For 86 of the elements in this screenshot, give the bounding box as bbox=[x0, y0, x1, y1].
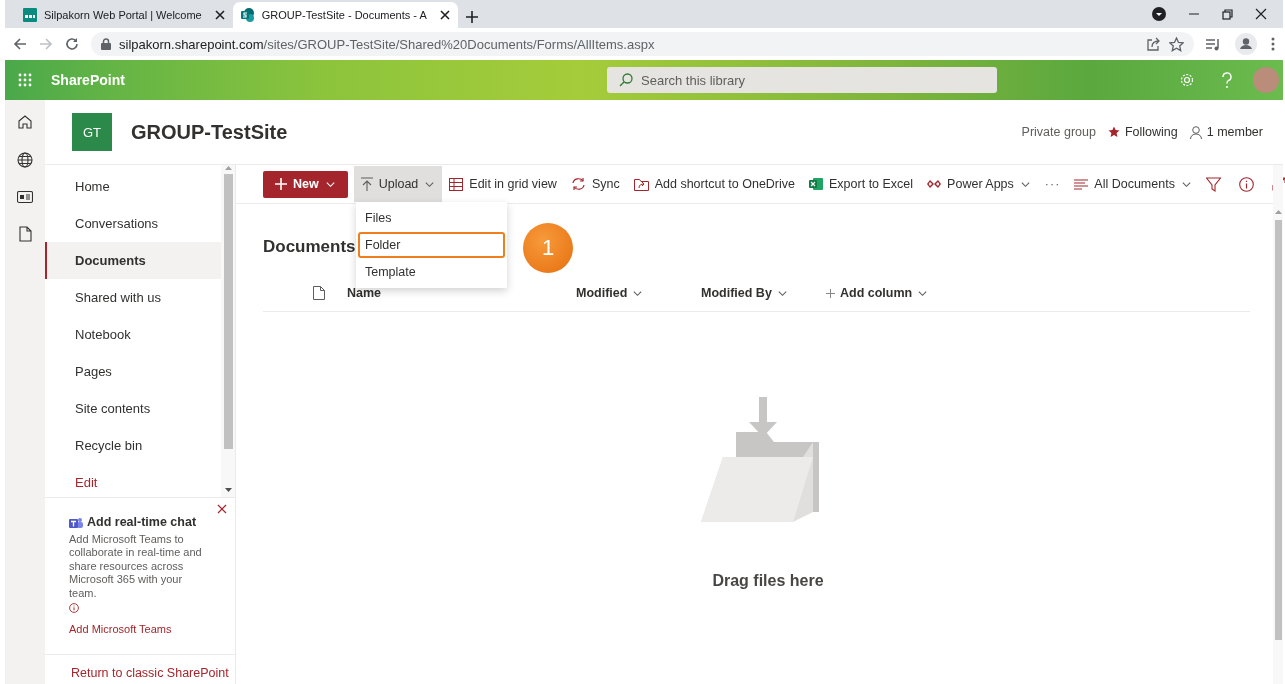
close-icon[interactable] bbox=[214, 10, 225, 20]
restore-icon[interactable] bbox=[1222, 8, 1233, 20]
teams-link[interactable]: Add Microsoft Teams bbox=[69, 623, 172, 637]
menu-item[interactable]: Folder bbox=[358, 232, 505, 258]
plus-icon bbox=[275, 178, 287, 190]
back-arrow-icon[interactable] bbox=[13, 37, 27, 51]
column-header[interactable]: Add column bbox=[826, 286, 966, 300]
close-icon[interactable] bbox=[439, 10, 450, 20]
column-header[interactable]: Modified By bbox=[701, 286, 826, 300]
filter-icon[interactable] bbox=[1205, 176, 1221, 192]
site-logo[interactable]: GT bbox=[72, 113, 112, 151]
plus-icon bbox=[826, 288, 835, 298]
settings-icon[interactable] bbox=[1179, 72, 1195, 88]
search-icon bbox=[619, 73, 633, 87]
media-queue-icon[interactable] bbox=[1206, 37, 1221, 51]
classic-link[interactable]: Return to classic SharePoint bbox=[45, 654, 235, 684]
scrollbar-thumb[interactable] bbox=[223, 174, 233, 449]
column-header[interactable]: Name bbox=[347, 286, 576, 300]
scroll-down-icon[interactable] bbox=[224, 488, 232, 493]
address-bar[interactable]: silpakorn.sharepoint.com/sites/GROUP-TestSite/Shared%20Documents/Forms/AllItems.aspx bbox=[91, 32, 1194, 56]
command-button[interactable]: Add shortcut to OneDrive bbox=[626, 166, 803, 202]
menu-item[interactable]: Template bbox=[358, 259, 505, 285]
grid-icon bbox=[449, 177, 464, 191]
view-selector[interactable]: All Documents bbox=[1067, 166, 1199, 202]
step-badge: 1 bbox=[523, 223, 573, 273]
command-button[interactable]: Sync bbox=[563, 166, 627, 202]
nav-item[interactable]: Home bbox=[45, 168, 221, 205]
excel-icon bbox=[809, 177, 824, 191]
members-button[interactable]: 1 member bbox=[1189, 125, 1263, 139]
command-button[interactable]: New bbox=[263, 170, 348, 198]
app-launcher-icon[interactable] bbox=[18, 73, 32, 87]
follow-button[interactable]: Following bbox=[1107, 125, 1178, 139]
reload-icon[interactable] bbox=[65, 37, 79, 51]
site-title[interactable]: GROUP-TestSite bbox=[131, 120, 288, 144]
close-icon[interactable] bbox=[217, 504, 227, 514]
new-tab-icon[interactable] bbox=[465, 11, 478, 23]
sync-icon bbox=[570, 177, 586, 191]
library-title: Documents bbox=[263, 237, 356, 257]
url-text: silpakorn.sharepoint.com/sites/GROUP-TestSite/Shared%20Documents/Forms/AllItems.aspx bbox=[119, 36, 655, 52]
edit-link[interactable]: Edit bbox=[45, 464, 221, 501]
news-icon[interactable] bbox=[17, 190, 33, 204]
privacy-label: Private group bbox=[1021, 125, 1096, 139]
list-view-icon bbox=[1074, 178, 1089, 190]
upload-icon bbox=[360, 177, 373, 191]
power-apps-icon bbox=[927, 179, 942, 189]
folder-shortcut-icon bbox=[633, 177, 649, 191]
person-icon bbox=[1189, 125, 1202, 139]
sharepoint-icon bbox=[240, 8, 255, 22]
scrollbar-thumb[interactable] bbox=[1274, 220, 1282, 640]
more-button[interactable]: ··· bbox=[1037, 166, 1068, 202]
forward-arrow-icon bbox=[39, 37, 53, 51]
lock-icon bbox=[101, 38, 111, 50]
globe-icon[interactable] bbox=[17, 152, 33, 168]
star-icon[interactable] bbox=[1169, 36, 1184, 52]
menu-item[interactable]: Files bbox=[358, 205, 505, 231]
share-icon[interactable] bbox=[1146, 36, 1161, 52]
browser-tab[interactable]: Silpakorn Web Portal | Welcome bbox=[15, 2, 233, 28]
more-vertical-icon[interactable] bbox=[1271, 37, 1275, 51]
info-icon[interactable] bbox=[1238, 176, 1254, 192]
nav-item[interactable]: Conversations bbox=[45, 205, 221, 242]
command-button[interactable]: Upload bbox=[353, 166, 443, 202]
column-header[interactable]: Modified bbox=[576, 286, 701, 300]
close-icon[interactable] bbox=[1255, 8, 1267, 20]
nav-item[interactable]: Notebook bbox=[45, 316, 221, 353]
info-icon[interactable] bbox=[69, 603, 79, 613]
browser-tab[interactable]: GROUP-TestSite - Documents - A bbox=[232, 2, 458, 28]
nav-item[interactable]: Documents bbox=[45, 242, 221, 279]
nav-item[interactable]: Pages bbox=[45, 353, 221, 390]
nav-item[interactable]: Recycle bin bbox=[45, 427, 221, 464]
file-type-icon bbox=[313, 286, 325, 300]
command-button[interactable]: Power Apps bbox=[920, 166, 1038, 202]
profile-icon[interactable] bbox=[1235, 33, 1257, 55]
search-field[interactable]: Search this library bbox=[607, 67, 997, 93]
nav-item[interactable]: Shared with us bbox=[45, 279, 221, 316]
home-icon[interactable] bbox=[17, 114, 33, 130]
card-title: Add real-time chat bbox=[87, 516, 197, 530]
nav-item[interactable]: Site contents bbox=[45, 390, 221, 427]
card-text: Add Microsoft Teams to collaborate in real-time and share resources across Microsoft 365 with your team. bbox=[69, 532, 203, 600]
document-icon[interactable] bbox=[18, 226, 32, 242]
command-button[interactable]: Export to Excel bbox=[802, 166, 921, 202]
command-button[interactable]: Edit in grid view bbox=[442, 166, 564, 202]
chevron-circle-icon[interactable] bbox=[1152, 7, 1166, 21]
star-icon bbox=[1107, 126, 1120, 138]
grid-app-icon bbox=[23, 8, 37, 22]
empty-state-text: Drag files here bbox=[712, 572, 824, 590]
teams-icon bbox=[69, 516, 83, 529]
